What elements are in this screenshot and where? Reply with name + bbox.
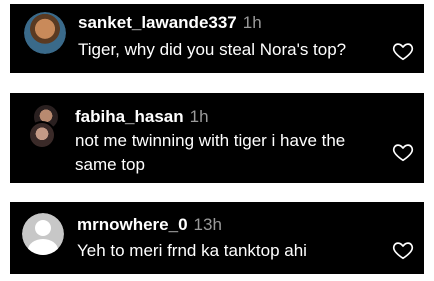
username-link[interactable]: mrnowhere_0 bbox=[77, 215, 188, 234]
comment-timestamp: 1h bbox=[189, 107, 209, 126]
comment-item: mrnowhere_0 13h Yeh to meri frnd ka tankt… bbox=[10, 202, 424, 274]
comment-item: fabiha_hasan 1h not me twinning with tige… bbox=[10, 93, 424, 183]
heart-outline-icon[interactable] bbox=[392, 239, 414, 261]
avatar[interactable] bbox=[24, 12, 66, 54]
heart-outline-icon[interactable] bbox=[392, 40, 414, 62]
heart-outline-icon[interactable] bbox=[392, 141, 414, 163]
default-avatar-icon bbox=[22, 213, 64, 255]
comment-timestamp: 1h bbox=[242, 13, 262, 32]
comment-text: Tiger, why did you steal Nora's top? bbox=[78, 40, 347, 59]
comment-text: not me twinning with tiger i have the sa… bbox=[75, 131, 346, 174]
avatar[interactable] bbox=[26, 103, 66, 149]
comment-header: mrnowhere_0 13h bbox=[77, 215, 222, 235]
comment-header: sanket_lawande337 1h bbox=[78, 13, 262, 33]
comment-text: Yeh to meri frnd ka tanktop ahi bbox=[77, 241, 307, 260]
comment-header: fabiha_hasan 1h bbox=[75, 107, 209, 127]
profile-photo bbox=[28, 121, 56, 149]
avatar[interactable] bbox=[22, 213, 64, 255]
username-link[interactable]: fabiha_hasan bbox=[75, 107, 184, 126]
profile-photo bbox=[24, 12, 66, 54]
comment-item: sanket_lawande337 1h Tiger, why did you s… bbox=[10, 4, 424, 73]
comment-timestamp: 13h bbox=[193, 215, 222, 234]
username-link[interactable]: sanket_lawande337 bbox=[78, 13, 237, 32]
